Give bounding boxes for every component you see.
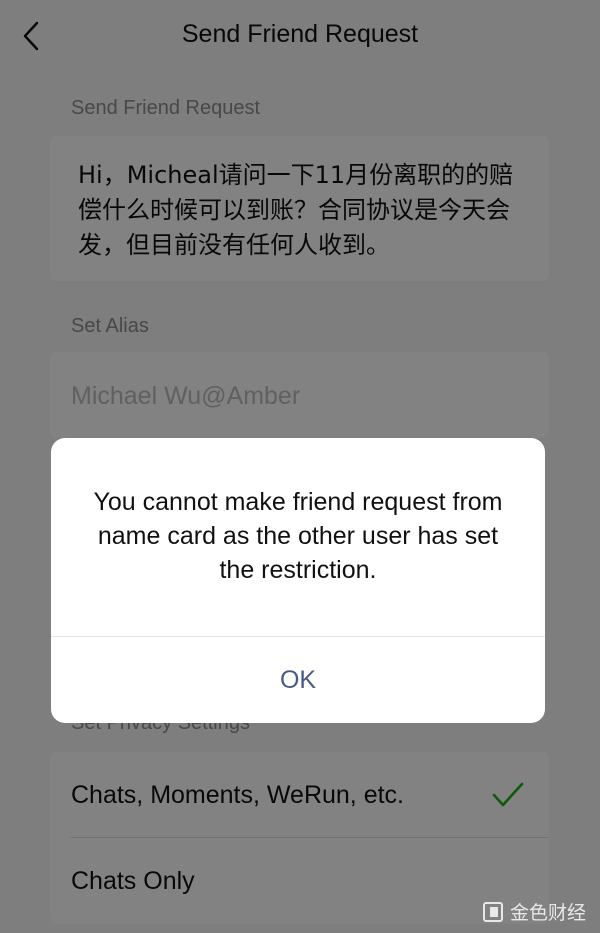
jinse-logo-icon [482,901,503,922]
alert-dialog: You cannot make friend request from name… [51,438,545,723]
watermark: 金色财经 [482,898,586,925]
alert-message: You cannot make friend request from name… [93,488,503,584]
ok-button[interactable]: OK [51,637,545,723]
watermark-text: 金色财经 [509,902,586,924]
